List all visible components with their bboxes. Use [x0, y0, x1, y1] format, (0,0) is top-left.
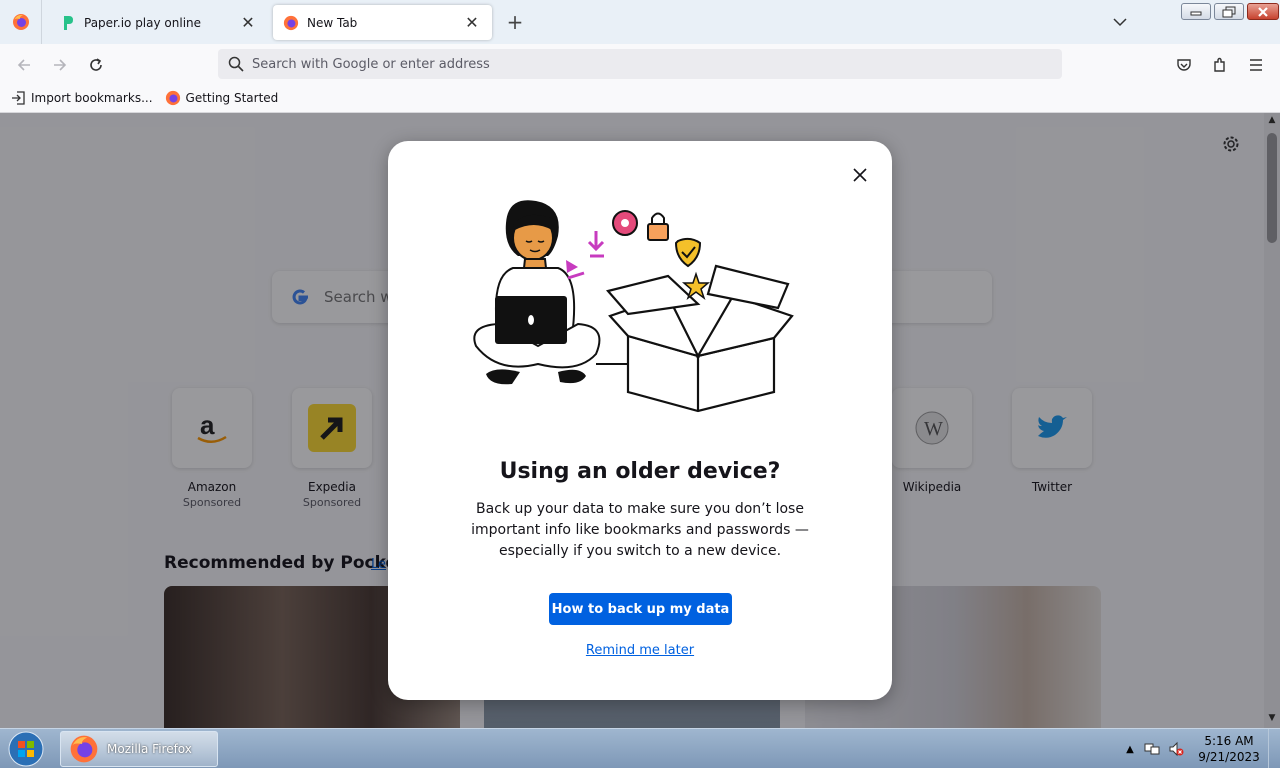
remind-me-later-link[interactable]: Remind me later — [388, 643, 892, 658]
bookmark-label: Import bookmarks... — [31, 91, 153, 105]
firefox-icon — [283, 15, 299, 31]
system-tray: ▲ — [1120, 729, 1188, 768]
clock-date: 9/21/2023 — [1198, 750, 1260, 764]
extensions-button[interactable] — [1207, 52, 1233, 78]
puzzle-icon — [1214, 57, 1225, 72]
new-tab-button[interactable]: + — [503, 10, 527, 34]
start-button[interactable] — [6, 730, 46, 768]
windows-taskbar: Mozilla Firefox ▲ 5:16 AM 9/21/2023 — [0, 728, 1280, 768]
forward-arrow-icon — [54, 59, 67, 71]
restore-window-button[interactable] — [1214, 3, 1244, 20]
firefox-icon — [70, 735, 98, 763]
firefox-icon — [12, 14, 29, 30]
minimize-icon — [1190, 11, 1202, 15]
page-scrollbar[interactable]: ▲ ▼ — [1264, 113, 1280, 728]
app-menu-button[interactable] — [1243, 52, 1269, 78]
bookmark-label: Getting Started — [185, 91, 279, 105]
show-desktop-button[interactable] — [1268, 729, 1280, 768]
close-tab-icon[interactable]: ✕ — [238, 13, 258, 33]
system-clock[interactable]: 5:16 AM 9/21/2023 — [1196, 733, 1262, 765]
close-icon — [1258, 6, 1268, 17]
list-all-tabs-button[interactable] — [1110, 12, 1130, 32]
firefox-view-button[interactable] — [0, 0, 42, 44]
paperio-icon — [60, 15, 76, 31]
taskbar-app-label: Mozilla Firefox — [107, 742, 192, 756]
tab-title: New Tab — [307, 15, 358, 30]
close-dialog-button[interactable] — [848, 163, 872, 187]
tab-title: Paper.io play online — [84, 15, 202, 30]
address-input[interactable] — [252, 56, 1032, 72]
pocket-icon — [1177, 59, 1191, 71]
clock-time: 5:16 AM — [1204, 734, 1254, 748]
restore-icon — [1222, 6, 1236, 17]
import-icon — [10, 90, 26, 106]
import-bookmarks-item[interactable]: Import bookmarks... — [10, 90, 153, 106]
dialog-title: Using an older device? — [499, 459, 781, 484]
tab-paperio[interactable]: Paper.io play online ✕ — [50, 5, 268, 40]
scroll-up-icon[interactable]: ▲ — [1264, 115, 1280, 129]
firefox-icon — [165, 90, 181, 106]
navigation-toolbar — [0, 44, 1280, 84]
pocket-button[interactable] — [1171, 52, 1197, 78]
scrollbar-thumb[interactable] — [1267, 133, 1277, 243]
search-icon — [228, 56, 244, 72]
tab-new-tab[interactable]: New Tab ✕ — [273, 5, 492, 40]
reload-button[interactable] — [83, 52, 109, 78]
taskbar-firefox[interactable]: Mozilla Firefox — [60, 731, 218, 767]
getting-started-bookmark[interactable]: Getting Started — [165, 90, 279, 106]
bookmarks-toolbar: Import bookmarks... Getting Started — [0, 84, 1280, 113]
close-tab-icon[interactable]: ✕ — [462, 13, 482, 33]
backup-illustration — [473, 200, 794, 413]
backup-data-button[interactable]: How to back up my data — [549, 593, 732, 625]
volume-muted-icon[interactable] — [1164, 741, 1188, 757]
back-button[interactable] — [11, 52, 37, 78]
minimize-window-button[interactable] — [1181, 3, 1211, 20]
chevron-down-icon — [1113, 18, 1127, 27]
scroll-down-icon[interactable]: ▼ — [1264, 713, 1280, 727]
network-icon[interactable] — [1140, 741, 1164, 757]
backup-data-dialog: Using an older device? Back up your data… — [388, 141, 892, 700]
tab-strip: Paper.io play online ✕ New Tab ✕ + — [0, 0, 1280, 44]
forward-button[interactable] — [47, 52, 73, 78]
reload-icon — [90, 58, 102, 71]
close-window-button[interactable] — [1247, 3, 1279, 20]
close-icon — [853, 168, 867, 182]
address-bar[interactable] — [218, 49, 1062, 79]
show-hidden-icons-icon[interactable]: ▲ — [1120, 744, 1140, 755]
hamburger-icon — [1250, 59, 1262, 71]
dialog-body: Back up your data to make sure you don’t… — [471, 501, 809, 559]
windows-logo-icon — [8, 731, 44, 767]
back-arrow-icon — [17, 59, 30, 71]
